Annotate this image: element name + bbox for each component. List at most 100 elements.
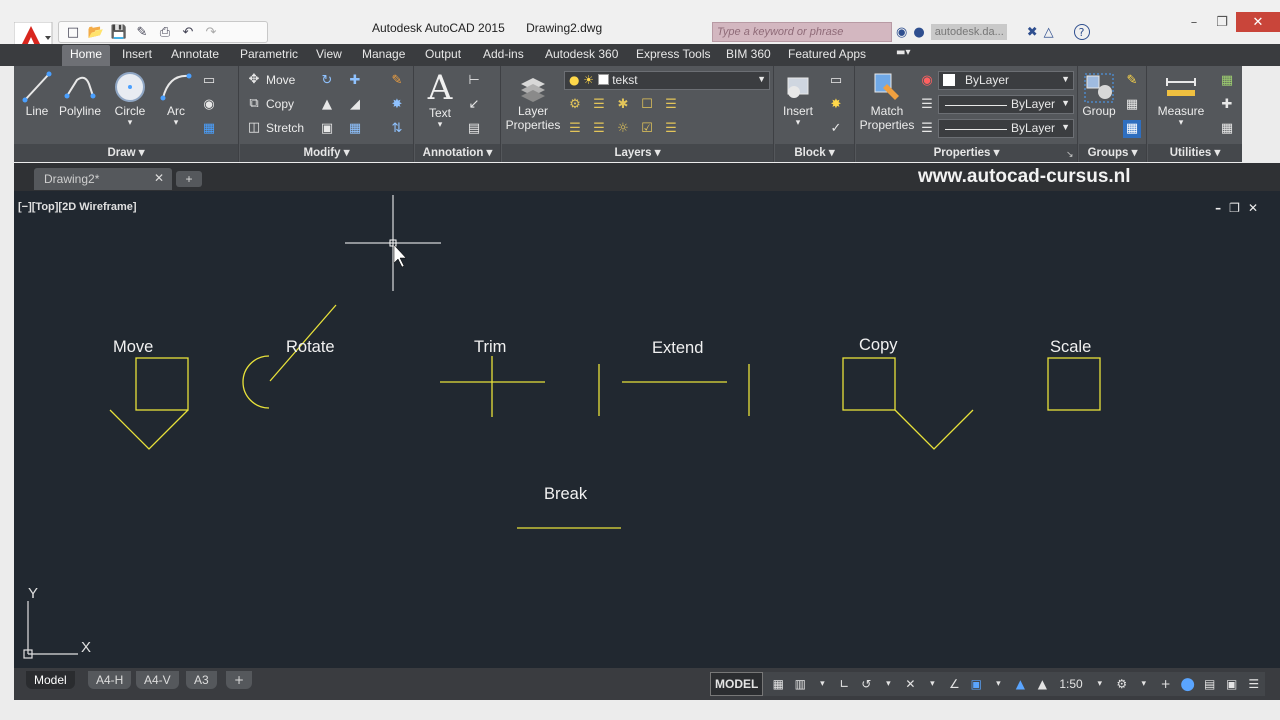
leader-icon[interactable]: ↙ — [465, 96, 483, 114]
hardware-acceleration-icon[interactable]: ▤ — [1199, 672, 1221, 696]
id-point-icon[interactable]: ✚ — [1218, 96, 1236, 114]
tab-express-tools[interactable]: Express Tools — [636, 47, 710, 61]
layer-match-icon[interactable]: ☰ — [662, 96, 680, 114]
file-tab-drawing2[interactable]: Drawing2* ✕ — [34, 168, 172, 190]
new-file-icon[interactable]: □ — [63, 23, 83, 41]
copy-tool[interactable]: ⧉ Copy — [246, 96, 294, 112]
user-icon[interactable]: ● — [913, 25, 924, 40]
grid-icon[interactable]: ▦ — [767, 672, 789, 696]
layer-lock-icon[interactable]: ☐ — [638, 96, 656, 114]
binoculars-icon[interactable]: ◉ — [896, 25, 907, 40]
lineweight-dropdown[interactable]: ByLayer ▼ — [938, 119, 1074, 138]
group-selection-icon[interactable]: ▦ — [1123, 120, 1141, 138]
isolate-objects-icon[interactable]: ● — [1177, 672, 1199, 696]
properties-panel-title[interactable]: Properties ▾ — [856, 144, 1077, 162]
tab-insert[interactable]: Insert — [122, 47, 152, 61]
tab-parametric[interactable]: Parametric — [240, 47, 298, 61]
layer-off-icon[interactable]: ⚙ — [566, 96, 584, 114]
table-icon[interactable]: ▤ — [465, 120, 483, 138]
polyline-tool[interactable]: Polyline — [58, 70, 102, 118]
object-snap-icon[interactable]: ▣ — [965, 672, 987, 696]
a360-icon[interactable]: △ — [1044, 25, 1054, 40]
polar-icon[interactable]: ↺ — [855, 672, 877, 696]
trim-icon[interactable]: ✚ — [346, 72, 364, 90]
block-panel-title[interactable]: Block ▾ — [775, 144, 854, 162]
isodraft-menu-icon[interactable]: ▾ — [921, 672, 943, 696]
measure-tool[interactable]: Measure ▾ — [1152, 70, 1210, 127]
match-properties-tool[interactable]: Match Properties — [858, 70, 916, 132]
groups-panel-title[interactable]: Groups ▾ — [1079, 144, 1146, 162]
rectangle-icon[interactable]: ▭ — [200, 72, 218, 90]
snap-menu-icon[interactable]: ▾ — [811, 672, 833, 696]
edit-block-icon[interactable]: ✸ — [827, 96, 845, 114]
minimize-icon[interactable]: – — [1180, 12, 1208, 32]
restore-icon[interactable]: ❐ — [1208, 12, 1236, 32]
plot-icon[interactable]: ⎙ — [155, 23, 175, 41]
tab-home[interactable]: Home — [62, 45, 111, 66]
properties-dialog-launcher-icon[interactable]: ↘ — [1066, 149, 1074, 160]
object-snap-tracking-icon[interactable]: ∠ — [943, 672, 965, 696]
tab-add-ins[interactable]: Add-ins — [483, 47, 524, 61]
redo-icon[interactable]: ↷ — [201, 23, 221, 41]
auto-scale-icon[interactable]: ▲ — [1031, 672, 1053, 696]
annotation-scale-menu-icon[interactable]: ▾ — [1089, 672, 1111, 696]
tab-featured-apps[interactable]: Featured Apps — [788, 47, 866, 61]
layer-thaw-icon[interactable]: ☼ — [614, 120, 632, 138]
layer-previous-icon[interactable]: ☰ — [566, 120, 584, 138]
ribbon-options-icon[interactable]: ▬▾ — [896, 47, 910, 58]
close-icon[interactable]: ✕ — [1236, 12, 1280, 32]
model-space-button[interactable]: MODEL — [710, 672, 764, 696]
ortho-icon[interactable]: ∟ — [833, 672, 855, 696]
utilities-panel-title[interactable]: Utilities ▾ — [1148, 144, 1242, 162]
scale-icon[interactable]: ▣ — [318, 120, 336, 138]
circle-tool[interactable]: Circle ▾ — [112, 70, 148, 127]
search-input[interactable]: Type a keyword or phrase — [712, 22, 892, 42]
undo-icon[interactable]: ↶ — [178, 23, 198, 41]
workspace-menu-icon[interactable]: ▾ — [1133, 672, 1155, 696]
open-file-icon[interactable]: 📂 — [86, 23, 106, 41]
snap-icon[interactable]: ▥ — [789, 672, 811, 696]
polar-menu-icon[interactable]: ▾ — [877, 672, 899, 696]
save-icon[interactable]: 💾 — [109, 23, 129, 41]
clean-screen-icon[interactable]: ▣ — [1221, 672, 1243, 696]
tab-manage[interactable]: Manage — [362, 47, 405, 61]
color-dropdown[interactable]: ByLayer ▼ — [938, 71, 1074, 90]
annotation-visibility-icon[interactable]: ▲ — [1009, 672, 1031, 696]
create-block-icon[interactable]: ▭ — [827, 72, 845, 90]
explode-icon[interactable]: ✸ — [388, 96, 406, 114]
mirror-icon[interactable]: ▲ — [318, 96, 336, 114]
offset-icon[interactable]: ⇅ — [388, 120, 406, 138]
layer-unlock-icon[interactable]: ☑ — [638, 120, 656, 138]
tab-autodesk-360[interactable]: Autodesk 360 — [545, 47, 618, 61]
help-icon[interactable]: ? — [1073, 24, 1090, 40]
text-tool[interactable]: A Text ▾ — [423, 70, 457, 129]
exchange-icon[interactable]: ✖ — [1027, 25, 1038, 40]
stretch-tool[interactable]: ◫ Stretch — [246, 120, 304, 136]
insert-block-tool[interactable]: Insert ▾ — [779, 70, 817, 127]
layers-panel-title[interactable]: Layers ▾ — [502, 144, 773, 162]
quick-select-icon[interactable]: ▦ — [1218, 72, 1236, 90]
layout-tab-a4-h[interactable]: A4-H — [88, 671, 132, 689]
annotation-panel-title[interactable]: Annotation ▾ — [415, 144, 500, 162]
tab-view[interactable]: View — [316, 47, 342, 61]
layout-tab-model[interactable]: Model — [26, 671, 75, 689]
modify-panel-title[interactable]: Modify ▾ — [240, 144, 413, 162]
sign-in-field[interactable]: autodesk.da... — [930, 24, 1007, 40]
dimension-icon[interactable]: ⊢ — [465, 72, 483, 90]
rotate-icon[interactable]: ↻ — [318, 72, 336, 90]
layout-tab-a3[interactable]: A3 — [186, 671, 217, 689]
draw-panel-title[interactable]: Draw ▾ — [14, 144, 238, 162]
layer-dropdown[interactable]: ● ☀ tekst ▼ — [564, 71, 770, 90]
object-snap-menu-icon[interactable]: ▾ — [987, 672, 1009, 696]
layer-properties-tool[interactable]: Layer Properties — [504, 70, 562, 132]
fillet-icon[interactable]: ◢ — [346, 96, 364, 114]
layer-isolate-icon[interactable]: ☰ — [590, 96, 608, 114]
group-tool[interactable]: Group — [1081, 70, 1117, 118]
line-tool[interactable]: Line — [20, 70, 54, 118]
layer-walk-icon[interactable]: ☰ — [662, 120, 680, 138]
tab-bim-360[interactable]: BIM 360 — [726, 47, 771, 61]
group-edit-icon[interactable]: ▦ — [1123, 96, 1141, 114]
workspace-gear-icon[interactable]: ⚙ — [1111, 672, 1133, 696]
new-tab-button[interactable]: + — [176, 171, 202, 187]
annotation-monitor-icon[interactable]: + — [1155, 672, 1177, 696]
